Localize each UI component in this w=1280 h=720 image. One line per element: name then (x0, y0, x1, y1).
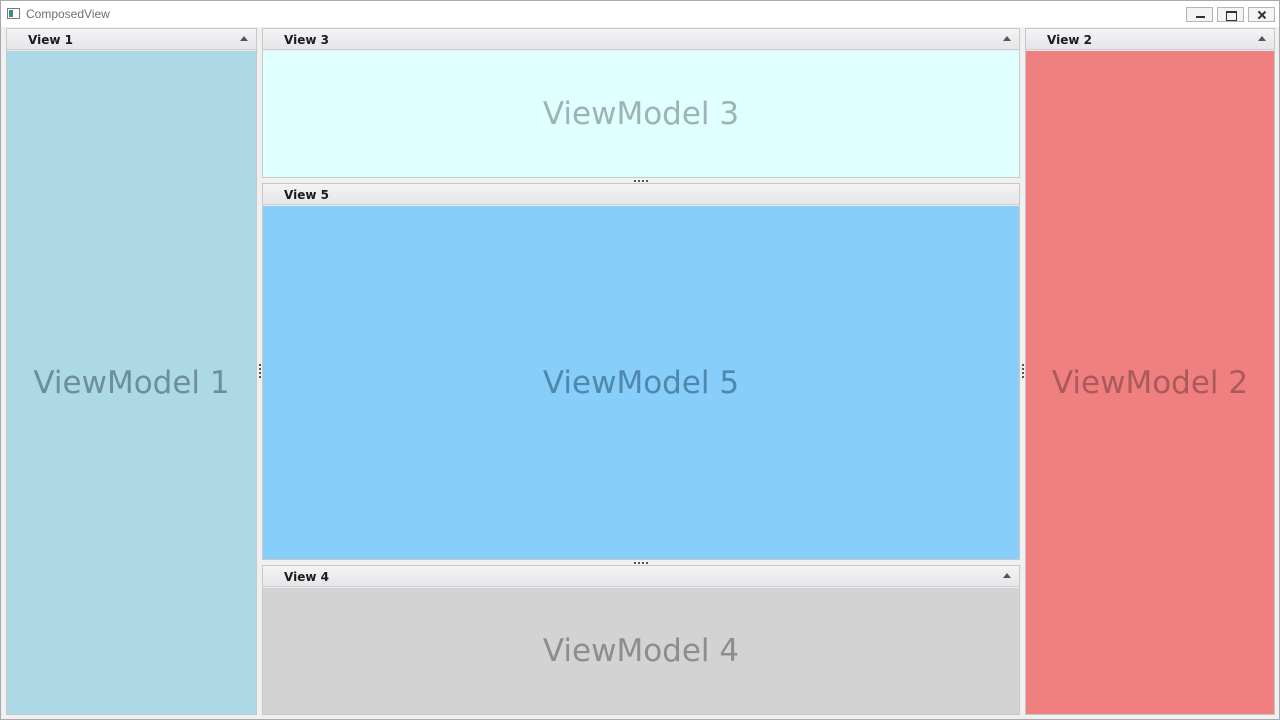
viewmodel-1-label: ViewModel 1 (33, 364, 230, 401)
view-2-panel: View 2 ViewModel 2 (1025, 28, 1275, 715)
composed-view-window: ComposedView View 1 ViewModel 1 View 3 V… (0, 0, 1280, 720)
view-3-title: View 3 (284, 33, 329, 47)
viewmodel-3-label: ViewModel 3 (542, 96, 740, 132)
view-1-panel: View 1 ViewModel 1 (6, 28, 257, 715)
minimize-button[interactable] (1186, 7, 1213, 22)
close-button[interactable] (1248, 7, 1275, 22)
view-3-panel: View 3 ViewModel 3 (262, 28, 1020, 178)
view-5-panel: View 5 ViewModel 5 (262, 183, 1020, 560)
collapse-arrow-icon[interactable] (1258, 36, 1266, 41)
app-icon (7, 8, 20, 19)
view-1-header[interactable]: View 1 (7, 29, 256, 50)
view-1-content: ViewModel 1 (7, 51, 256, 714)
viewmodel-4-label: ViewModel 4 (542, 633, 740, 669)
view-4-panel: View 4 ViewModel 4 (262, 565, 1020, 715)
collapse-arrow-icon[interactable] (1003, 573, 1011, 578)
view-2-content: ViewModel 2 (1026, 51, 1274, 714)
title-bar[interactable]: ComposedView (1, 1, 1279, 27)
view-4-header[interactable]: View 4 (263, 566, 1019, 587)
view-4-content: ViewModel 4 (263, 588, 1019, 714)
view-2-header[interactable]: View 2 (1026, 29, 1274, 50)
view-1-title: View 1 (28, 33, 73, 47)
viewmodel-2-label: ViewModel 2 (1051, 364, 1249, 401)
view-5-header[interactable]: View 5 (263, 184, 1019, 205)
view-4-title: View 4 (284, 570, 329, 584)
view-5-title: View 5 (284, 188, 329, 202)
view-5-content: ViewModel 5 (263, 206, 1019, 559)
view-3-content: ViewModel 3 (263, 51, 1019, 177)
view-3-header[interactable]: View 3 (263, 29, 1019, 50)
window-title: ComposedView (26, 7, 110, 21)
collapse-arrow-icon[interactable] (240, 36, 248, 41)
view-2-title: View 2 (1047, 33, 1092, 47)
maximize-button[interactable] (1217, 7, 1244, 22)
viewmodel-5-label: ViewModel 5 (542, 364, 740, 401)
collapse-arrow-icon[interactable] (1003, 36, 1011, 41)
